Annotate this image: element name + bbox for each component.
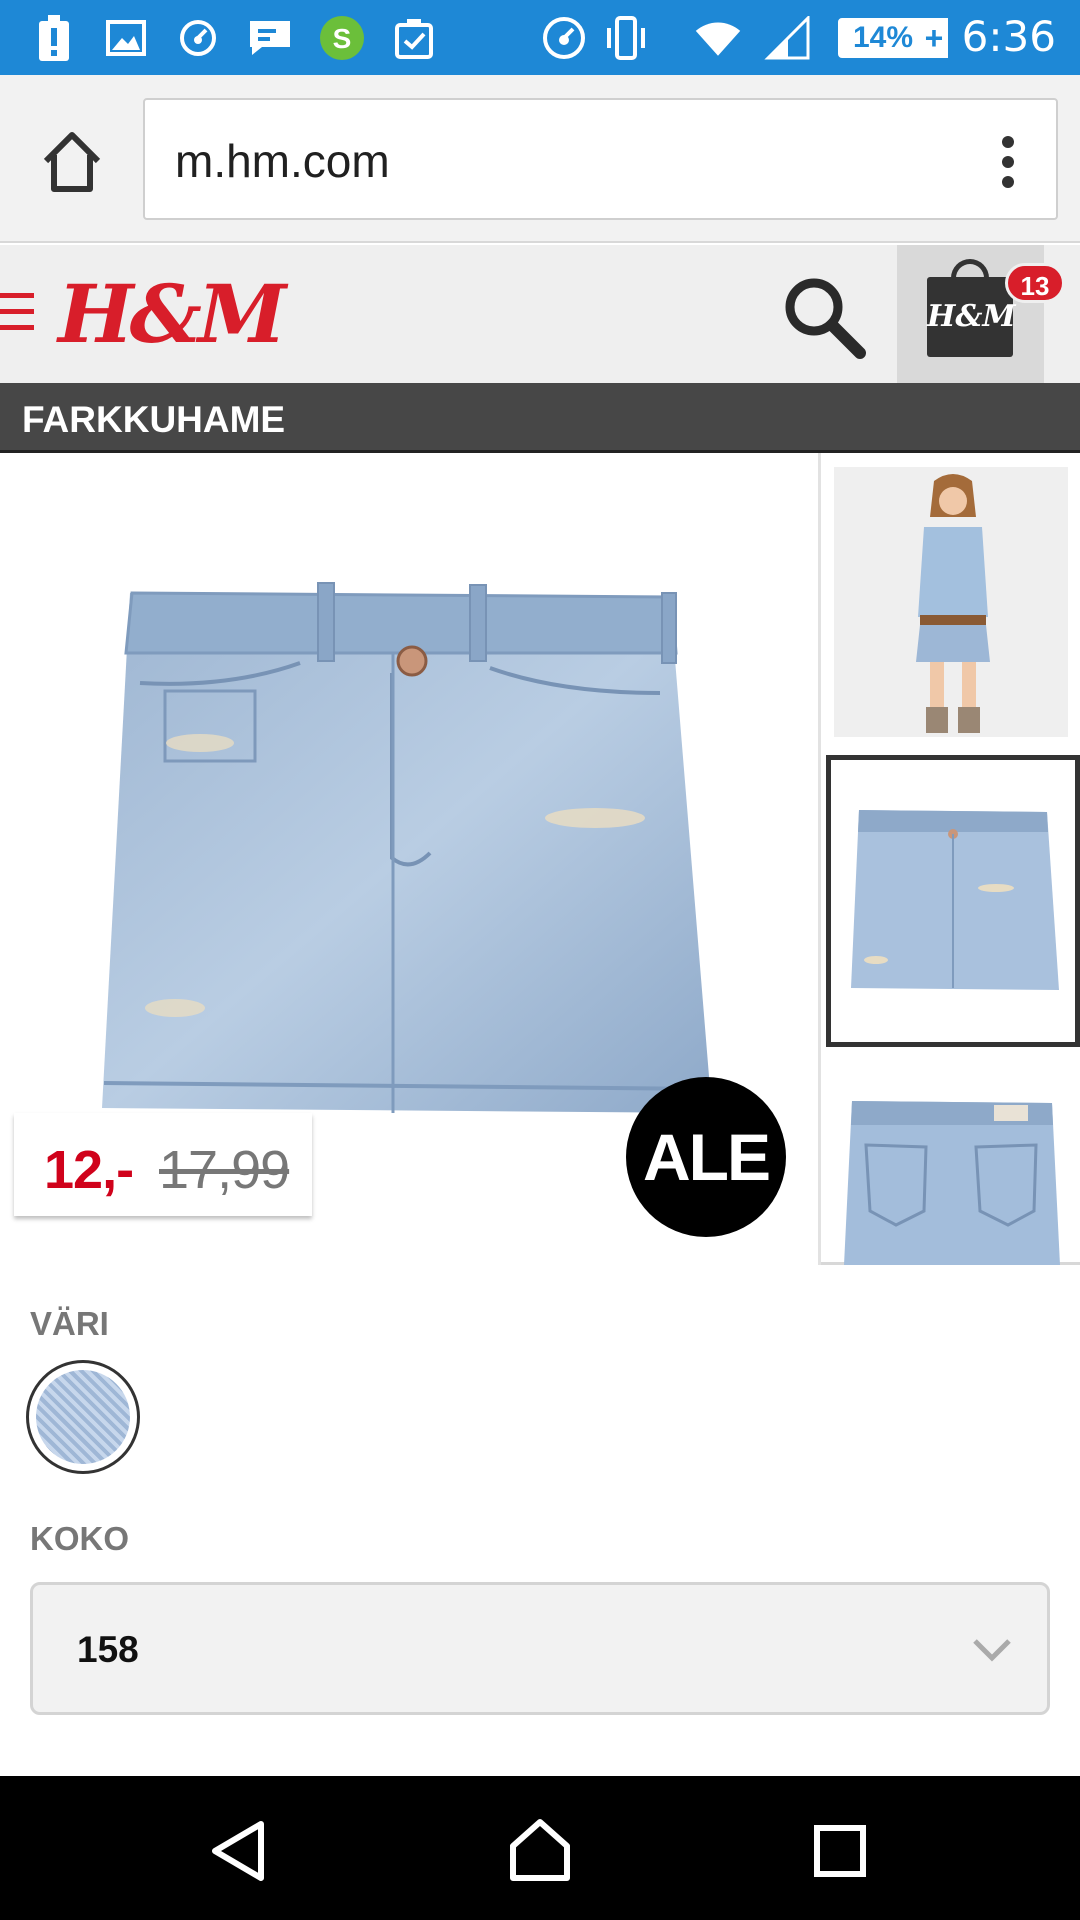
- swatch-fill: [36, 1370, 130, 1464]
- clock: 6:36: [961, 12, 1056, 61]
- thumbnail-model[interactable]: [826, 467, 1080, 737]
- shopping-bag-button[interactable]: H&M 13: [897, 245, 1065, 383]
- main-product-image[interactable]: 12,- 17,99 ALE: [0, 453, 818, 1265]
- chevron-down-icon: [967, 1625, 1017, 1675]
- original-price: 17,99: [159, 1140, 290, 1200]
- product-title: FARKKUHAME: [22, 399, 286, 440]
- thumbnail-back[interactable]: [826, 1061, 1080, 1265]
- recents-icon[interactable]: [805, 1816, 875, 1886]
- image-icon: [102, 14, 150, 62]
- message-icon: [246, 14, 294, 62]
- search-icon[interactable]: [778, 271, 868, 361]
- svg-text:S: S: [333, 23, 352, 54]
- speedometer-icon: [540, 14, 588, 62]
- home-nav-icon[interactable]: [505, 1816, 575, 1886]
- wifi-icon: [694, 14, 742, 62]
- cart-count-badge: 13: [1005, 263, 1065, 303]
- color-swatch-denim[interactable]: [26, 1360, 140, 1474]
- speedometer-icon: [174, 14, 222, 62]
- size-select-value: 158: [77, 1629, 139, 1670]
- thumbnail-front[interactable]: [826, 755, 1080, 1047]
- status-bar: S 14% + 6:36: [0, 0, 1080, 75]
- signal-icon: [764, 14, 812, 62]
- back-icon[interactable]: [205, 1816, 275, 1886]
- sale-price: 12,-: [44, 1140, 134, 1200]
- size-select[interactable]: 158: [30, 1582, 1050, 1715]
- url-text: m.hm.com: [175, 135, 390, 187]
- sale-badge: ALE: [626, 1077, 786, 1237]
- size-label: KOKO: [30, 1520, 129, 1557]
- url-bar[interactable]: m.hm.com: [143, 98, 1058, 220]
- home-icon[interactable]: [36, 127, 108, 199]
- browser-toolbar: m.hm.com: [0, 75, 1080, 243]
- shopping-bag-icon: H&M: [927, 277, 1016, 357]
- gallery-divider: [818, 453, 821, 1265]
- alert-icon: [30, 14, 78, 62]
- hamburger-menu-icon[interactable]: [0, 293, 34, 333]
- site-header: H&M H&M 13: [0, 245, 1080, 383]
- color-label: VÄRI: [30, 1305, 109, 1342]
- hm-logo[interactable]: H&M: [58, 267, 286, 361]
- vibrate-icon: [602, 14, 650, 62]
- product-gallery: 12,- 17,99 ALE: [0, 453, 1080, 1265]
- s-app-icon: S: [318, 14, 366, 62]
- overflow-menu-icon[interactable]: [1002, 136, 1016, 188]
- charging-icon: +: [920, 18, 948, 58]
- clipboard-icon: [390, 14, 438, 62]
- price-box: 12,- 17,99: [14, 1113, 312, 1216]
- battery-indicator: 14%: [838, 18, 928, 58]
- android-nav-bar: [0, 1776, 1080, 1920]
- product-title-bar: FARKKUHAME: [0, 383, 1080, 453]
